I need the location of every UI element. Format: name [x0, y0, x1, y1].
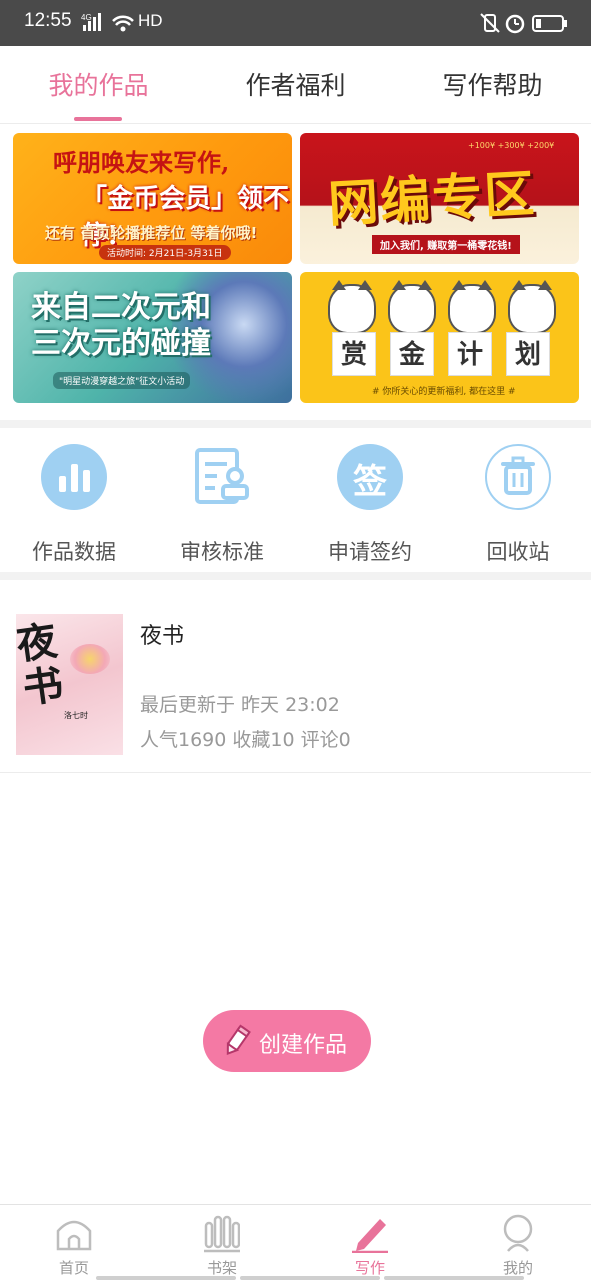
cat-icon: [448, 280, 496, 334]
bounty-char: 赏: [332, 332, 376, 376]
bounty-char: 计: [448, 332, 492, 376]
cat-icon: [508, 280, 556, 334]
bounty-char: 划: [506, 332, 550, 376]
banner-invite-friends[interactable]: 呼朋唤友来写作, 「金币会员」领不停! 还有 首页轮播推荐位 等着你哦! 活动时…: [13, 133, 292, 264]
action-review-standards[interactable]: 审核标准: [148, 444, 296, 564]
pencil-icon: [226, 1024, 251, 1056]
cat-icon: [328, 280, 376, 334]
action-label: 审核标准: [180, 540, 264, 564]
banner-anime-title: 来自二次元和三次元的碰撞: [31, 290, 211, 361]
nav-bookshelf[interactable]: 书架: [148, 1205, 296, 1280]
action-recycle-bin[interactable]: 回收站: [444, 444, 591, 564]
banner-bounty-plan[interactable]: 赏 金 计 划 # 你所关心的更新福利, 都在这里 #: [300, 272, 579, 403]
bottom-nav: 首页 书架 写作 我的: [0, 1204, 591, 1280]
bookshelf-icon: [204, 1215, 240, 1253]
nav-label: 首页: [58, 1259, 89, 1277]
banner-editor-sub: 加入我们, 赚取第一桶零花钱!: [372, 235, 520, 254]
action-label: 回收站: [486, 540, 550, 564]
book-cover[interactable]: 夜书 洛七时: [16, 614, 123, 755]
trash-icon: [485, 444, 551, 510]
banner-anime-contest[interactable]: 来自二次元和三次元的碰撞 "明星动漫穿越之旅"征文小活动: [13, 272, 292, 403]
work-stats: 人气1690 收藏10 评论0: [140, 729, 351, 751]
nav-label: 书架: [206, 1259, 237, 1277]
tab-author-benefits[interactable]: 作者福利: [197, 66, 394, 102]
banner-anime-sub: "明星动漫穿越之旅"征文小活动: [53, 372, 191, 389]
action-apply-contract[interactable]: 签 申请签约: [296, 444, 444, 564]
action-works-data[interactable]: 作品数据: [0, 444, 148, 564]
nav-profile[interactable]: 我的: [444, 1205, 591, 1280]
banner-editor-zone[interactable]: +100¥ +300¥ +200¥ 网编专区 加入我们, 赚取第一桶零花钱!: [300, 133, 579, 264]
pencil-icon: [352, 1219, 388, 1253]
banner-editor-title: 网编专区: [326, 163, 538, 234]
banner-invite-line1: 呼朋唤友来写作,: [53, 148, 230, 177]
review-document-icon: [189, 444, 255, 510]
create-work-button[interactable]: 创建作品: [203, 1010, 371, 1072]
section-divider: [0, 572, 591, 580]
action-label: 申请签约: [328, 540, 412, 564]
tab-my-works[interactable]: 我的作品: [0, 66, 197, 102]
banner-invite-line3: 还有 首页轮播推荐位 等着你哦!: [45, 224, 258, 242]
banner-bounty-foot: # 你所关心的更新福利, 都在这里 #: [372, 387, 516, 397]
svg-text:4G: 4G: [81, 13, 92, 22]
action-label: 作品数据: [32, 540, 116, 564]
battery-icon: [532, 15, 567, 32]
tab-active-indicator: [74, 117, 122, 121]
work-title: 夜书: [140, 624, 185, 649]
quick-actions: 作品数据 审核标准 签 申请签约 回收站: [0, 428, 591, 572]
cover-title: 夜书: [16, 617, 67, 713]
banner-editor-coins: +100¥ +300¥ +200¥: [468, 141, 555, 150]
banner-invite-date: 活动时间: 2月21日-3月31日: [99, 245, 231, 260]
status-hd: HD: [138, 11, 163, 30]
status-icons-right: [480, 13, 567, 34]
home-icon: [56, 1220, 92, 1251]
vibrate-off-icon: [480, 13, 500, 33]
nav-home[interactable]: 首页: [0, 1205, 148, 1280]
create-work-label: 创建作品: [259, 1033, 348, 1058]
bounty-char: 金: [390, 332, 434, 376]
cat-icon: [388, 280, 436, 334]
work-list-item[interactable]: 夜书 洛七时 夜书 最后更新于 昨天 23:02 人气1690 收藏10 评论0: [0, 580, 591, 773]
sign-glyph: 签: [353, 462, 387, 502]
work-last-updated: 最后更新于 昨天 23:02: [140, 694, 340, 716]
nav-label: 写作: [354, 1259, 385, 1277]
alarm-icon: [505, 14, 525, 34]
status-bar: 12:55 4G HD: [0, 0, 591, 46]
section-divider: [0, 420, 591, 428]
top-tabs: 我的作品 作者福利 写作帮助: [0, 46, 591, 124]
banner-grid: 呼朋唤友来写作, 「金币会员」领不停! 还有 首页轮播推荐位 等着你哦! 活动时…: [0, 124, 591, 420]
chart-icon: [41, 444, 107, 510]
profile-icon: [503, 1214, 533, 1252]
home-indicator: [0, 1276, 591, 1280]
status-time: 12:55: [24, 10, 72, 31]
nav-label: 我的: [502, 1259, 533, 1277]
sign-icon: 签: [337, 444, 403, 510]
cover-author: 洛七时: [64, 711, 88, 720]
tab-writing-help[interactable]: 写作帮助: [394, 66, 591, 102]
bounty-plan-title: 赏 金 计 划: [322, 332, 562, 380]
nav-write[interactable]: 写作: [296, 1205, 444, 1280]
